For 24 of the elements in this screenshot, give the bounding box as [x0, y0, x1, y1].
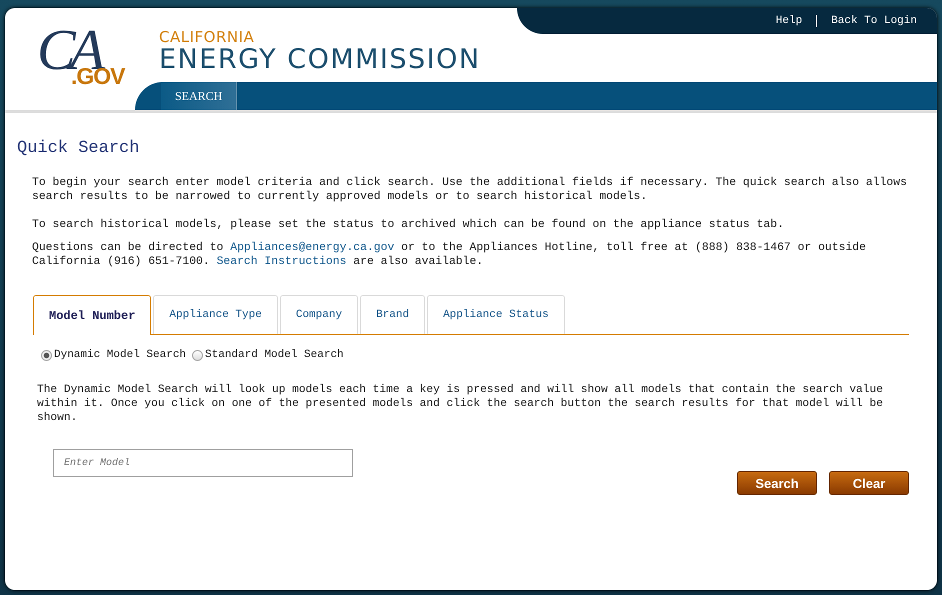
action-button[interactable]: Clear — [829, 471, 909, 495]
radio-label: Standard Model Search — [205, 349, 344, 361]
description-text: The Dynamic Model Search will look up models each time a key is pressed and will show all models that contain the search value within it. Once you click on one of the presented models and click the search button the search results for that model will be shown. — [37, 383, 884, 425]
agency-state: CALIFORNIA — [159, 30, 256, 45]
text-link[interactable]: Appliances@energy.ca.gov — [230, 242, 394, 254]
tab[interactable]: Appliance Type — [153, 295, 278, 334]
top-link[interactable]: Help — [776, 15, 802, 27]
radio-label: Dynamic Model Search — [54, 349, 186, 361]
radio-button[interactable] — [192, 350, 204, 360]
radio-button[interactable] — [41, 350, 52, 360]
action-button[interactable]: Search — [737, 471, 817, 495]
tab[interactable]: Brand — [360, 295, 426, 334]
paragraph-text: To search historical models, please set the status to archived which can be found on the appliance status tab. — [32, 218, 785, 232]
paragraph-text: Questions can be directed to Appliances@energy.ca.gov or to the Appliances Hotline, toll free at (888) 838-1467 or outside California (916) 651-7100. Search Instructions are also available. — [32, 241, 867, 269]
tab[interactable]: Company — [280, 295, 358, 334]
agency-name: ENERGY COMMISSION — [159, 45, 481, 75]
tab[interactable]: Model Number — [33, 295, 152, 335]
paragraph-text: To begin your search enter model criteria and click search. Use the additional fields if necessary. The quick search also allows search results to be narrowed to currently approved models or to search historical models. — [32, 176, 908, 204]
page-title: Quick Search — [17, 139, 140, 158]
nav-tab[interactable]: SEARCH — [161, 82, 238, 110]
text-link[interactable]: Search Instructions — [216, 256, 346, 268]
tab[interactable]: Appliance Status — [427, 295, 565, 334]
model-input-field[interactable]: Enter Model — [53, 449, 353, 477]
top-link[interactable]: Back To Login — [831, 15, 917, 27]
